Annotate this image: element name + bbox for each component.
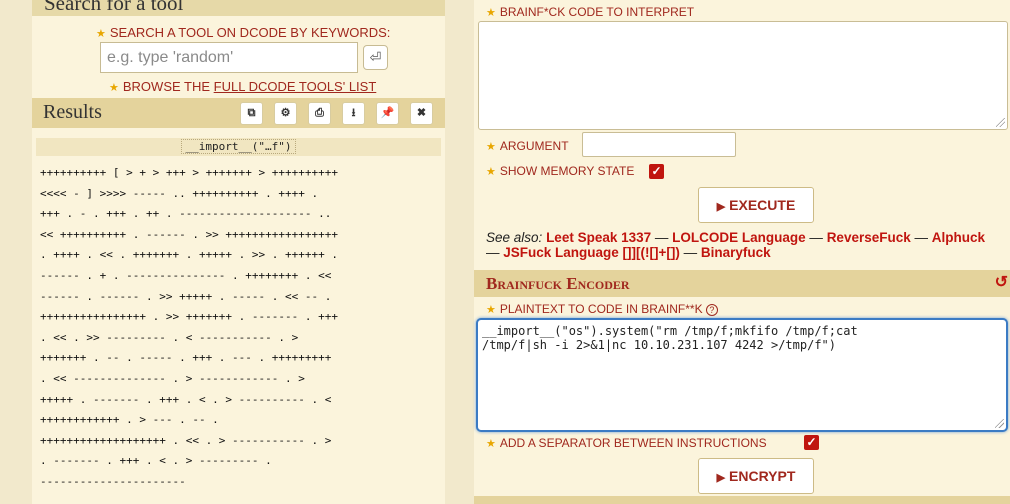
code-label: ★ BRAINF*CK CODE TO INTERPRET [486, 5, 695, 19]
separator-label: ★ ADD A SEPARATOR BETWEEN INSTRUCTIONS [486, 436, 767, 450]
link-alphuck[interactable]: Alphuck [932, 230, 985, 245]
print-icon[interactable]: ⎙ [308, 102, 331, 125]
star-icon: ★ [96, 28, 106, 40]
result-heading: __import__("…f") [36, 138, 441, 156]
result-line: +++++ . ------- . +++ . < . > ----------… [40, 392, 332, 406]
search-header: Search for a tool [32, 0, 445, 16]
result-line: << ++++++++++ . ------ . >> ++++++++++++… [40, 227, 339, 241]
results-body: __import__("…f") ++++++++++ [ > + > +++ … [32, 128, 445, 504]
argument-input[interactable] [582, 132, 736, 157]
plaintext-textarea[interactable]: __import__("os").system("rm /tmp/f;mkfif… [476, 318, 1008, 432]
encrypt-button[interactable]: ▶ ENCRYPT [698, 458, 814, 494]
result-line: ---------------------- [40, 474, 186, 488]
execute-button[interactable]: ▶ EXECUTE [698, 187, 814, 223]
result-line: . ++++ . << . +++++++ . +++++ . >> . +++… [40, 248, 339, 262]
help-icon[interactable]: ? [705, 303, 718, 316]
right-column: ★ BRAINF*CK CODE TO INTERPRET ★ ARGUMENT ★… [460, 0, 1010, 504]
result-line: <<<< - ] >>>> ----- .. ++++++++++ . ++++… [40, 186, 319, 200]
code-textarea[interactable] [478, 21, 1008, 130]
memory-state-checkbox[interactable]: ✓ [649, 164, 664, 179]
result-line: ------ . ------ . >> +++++ . ----- . << … [40, 289, 332, 303]
result-output: ++++++++++ [ > + > +++ > +++++++ > +++++… [40, 163, 445, 493]
separator-checkbox[interactable]: ✓ [804, 435, 819, 450]
result-line: ++++++++++ [ > + > +++ > +++++++ > +++++… [40, 166, 339, 179]
encoder-header: Brainfuck Encoder ↺ [474, 270, 1010, 297]
search-tool-box: Search for a tool ★ SEARCH A TOOL ON DCOD… [32, 0, 445, 98]
browse-tools-link[interactable]: ★ BROWSE THE FULL DCODE TOOLS' LIST [109, 79, 376, 94]
star-icon: ★ [486, 438, 496, 450]
left-column: Search for a tool ★ SEARCH A TOOL ON DCOD… [0, 0, 460, 504]
play-icon: ▶ [716, 472, 726, 484]
star-icon: ★ [109, 82, 119, 94]
resize-grip[interactable] [996, 118, 1005, 127]
link-jsfuck[interactable]: JSFuck Language []][(![]+[]) [503, 245, 680, 260]
encoder-title: Brainfuck Encoder [486, 274, 630, 293]
result-line: ------ . + . --------------- . ++++++++ … [40, 268, 332, 282]
interpreter-panel: ★ BRAINF*CK CODE TO INTERPRET ★ ARGUMENT ★… [474, 0, 1010, 504]
search-header-title: Search for a tool [44, 0, 184, 15]
resize-grip[interactable] [995, 419, 1004, 428]
left-panel: Search for a tool ★ SEARCH A TOOL ON DCOD… [32, 0, 445, 504]
star-icon: ★ [486, 141, 496, 153]
results-header: Results ⧉ ⚙ ⎙ ⭳ 📌 ✖ [32, 98, 445, 128]
plaintext-label: ★ PLAINTEXT TO CODE IN BRAINF**K ? [486, 302, 718, 316]
download-icon[interactable]: ⭳ [342, 102, 365, 125]
search-label: ★ SEARCH A TOOL ON DCODE BY KEYWORDS: [96, 25, 391, 40]
close-icon[interactable]: ✖ [410, 102, 433, 125]
plaintext-value: __import__("os").system("rm /tmp/f;mkfif… [482, 324, 858, 352]
link-binaryfuck[interactable]: Binaryfuck [701, 245, 771, 260]
refresh-icon[interactable]: ↺ [995, 272, 1008, 292]
result-line: . ------- . +++ . < . > --------- . [40, 454, 272, 468]
star-icon: ★ [486, 304, 496, 316]
result-line: ++++++++++++++++ . >> +++++++ . ------- … [40, 310, 339, 324]
link-leet-speak[interactable]: Leet Speak 1337 [546, 230, 651, 245]
column-gap [445, 0, 460, 504]
play-icon: ▶ [716, 201, 726, 213]
result-line: . << . >> --------- . < ----------- . > [40, 330, 299, 344]
panel-footer [474, 496, 1010, 504]
memory-state-label: ★ SHOW MEMORY STATE [486, 164, 635, 178]
result-line: ++++++++++++ . > --- . -- . [40, 413, 219, 427]
result-line: +++++++ . -- . ----- . +++ . --- . +++++… [40, 351, 332, 365]
link-reversefuck[interactable]: ReverseFuck [827, 230, 911, 245]
see-also: See also: Leet Speak 1337 — LOLCODE Lang… [486, 230, 986, 260]
settings-icon[interactable]: ⚙ [274, 102, 297, 125]
return-key-icon[interactable]: ⏎ [363, 45, 388, 70]
star-icon: ★ [486, 166, 496, 178]
link-lolcode[interactable]: LOLCODE Language [672, 230, 806, 245]
result-line: +++ . - . +++ . ++ . -------------------… [40, 207, 332, 221]
star-icon: ★ [486, 7, 496, 19]
pin-icon[interactable]: 📌 [376, 102, 399, 125]
results-title: Results [43, 101, 102, 123]
copy-icon[interactable]: ⧉ [240, 102, 263, 125]
left-margin [0, 0, 32, 504]
result-line: . << -------------- . > ------------ . > [40, 371, 305, 385]
search-input[interactable] [100, 42, 358, 73]
argument-label: ★ ARGUMENT [486, 139, 569, 153]
result-line: +++++++++++++++++++ . << . > -----------… [40, 433, 332, 447]
